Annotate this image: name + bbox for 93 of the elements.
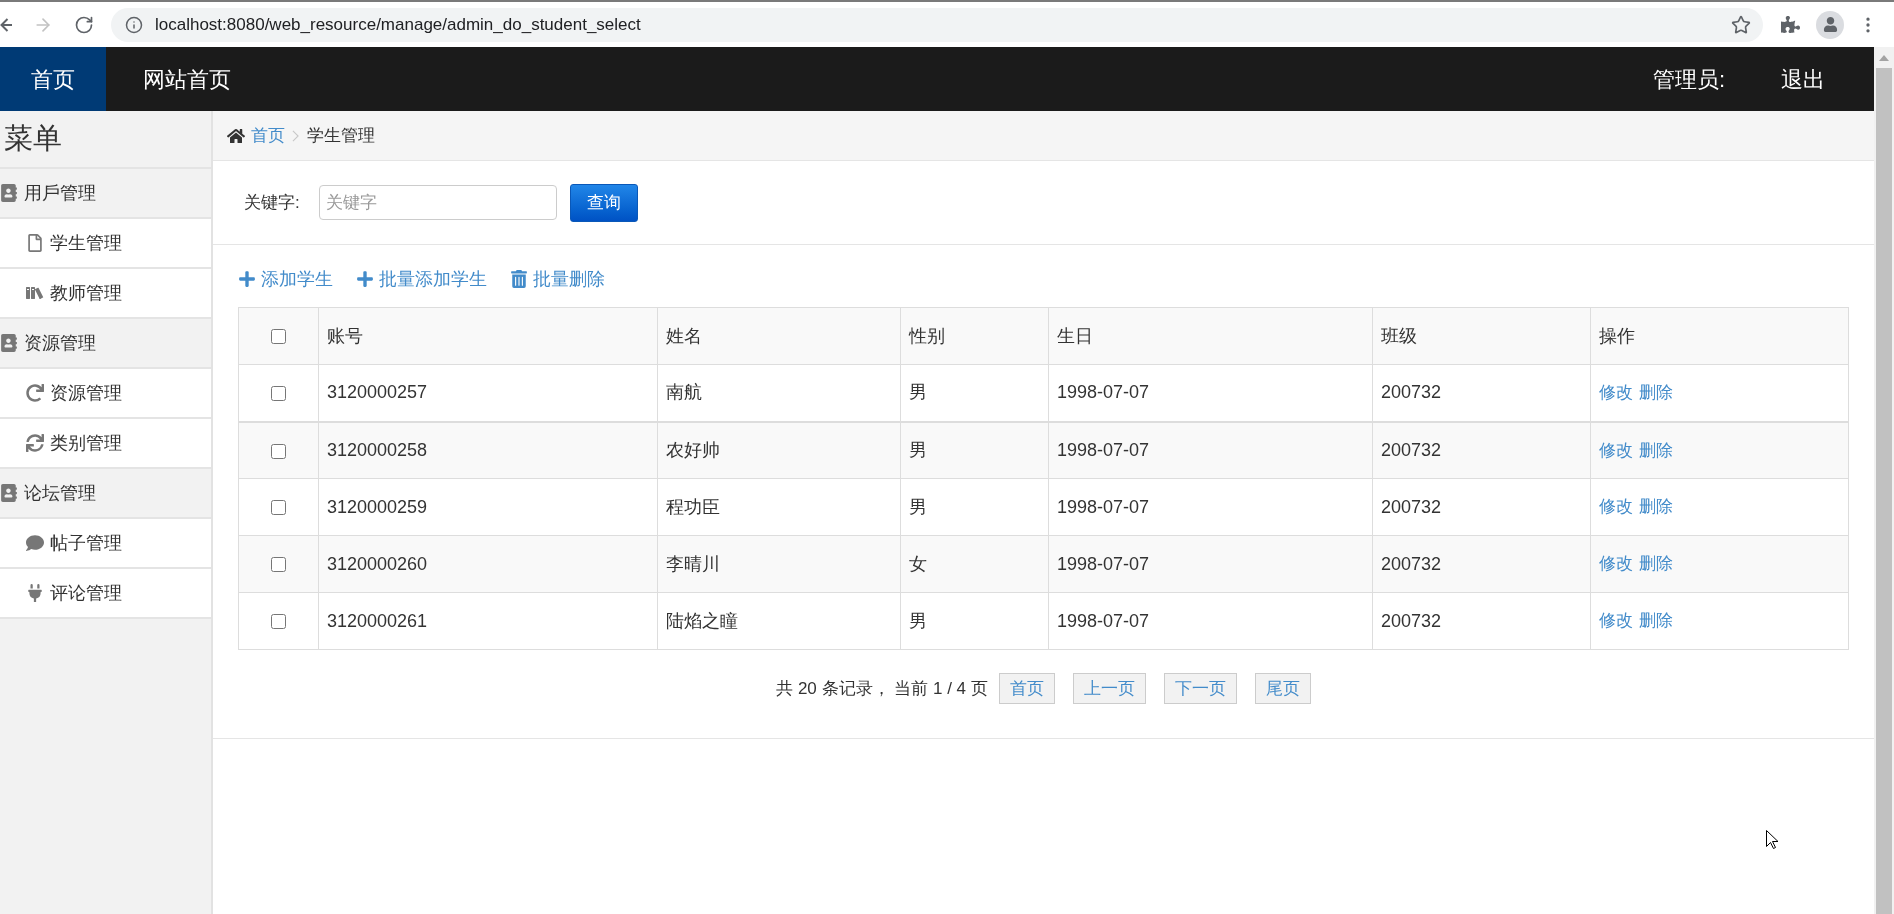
breadcrumb-current: 学生管理 (307, 124, 375, 147)
reload-icon[interactable] (74, 14, 94, 35)
table-header-cell: 操作 (1590, 307, 1849, 365)
avatar-icon[interactable] (1816, 10, 1844, 39)
table-header-cell: 班级 (1372, 307, 1591, 365)
menu-item[interactable]: 帖子管理 (0, 519, 211, 569)
table-cell: 3120000257 (318, 364, 658, 422)
pagination-button[interactable]: 首页 (998, 673, 1055, 704)
table-cell: 3120000260 (318, 535, 658, 593)
contact-card-icon (0, 484, 18, 502)
bookmark-star-icon[interactable] (1731, 14, 1751, 35)
table-cell: 200732 (1372, 535, 1591, 593)
table-cell: 200732 (1372, 421, 1591, 479)
pagination-summary: 共 20 条记录， 当前 1 / 4 页 (776, 677, 988, 700)
table-cell: 李晴川 (657, 535, 901, 593)
table-cell: 1998-07-07 (1048, 421, 1373, 479)
row-action-link[interactable]: 删除 (1639, 554, 1673, 574)
table-cell: 男 (900, 592, 1049, 650)
back-arrow-icon[interactable] (0, 16, 12, 33)
table-cell: 男 (900, 364, 1049, 422)
menu-item[interactable]: 资源管理 (0, 369, 211, 419)
row-checkbox[interactable] (271, 557, 286, 573)
table-cell: 陆焰之瞳 (657, 592, 901, 650)
info-icon[interactable] (125, 15, 143, 34)
toolbar-link[interactable]: 批量删除 (510, 265, 605, 293)
menu-item[interactable]: 评论管理 (0, 569, 211, 619)
table-cell: 200732 (1372, 592, 1591, 650)
table-cell: 农好帅 (657, 421, 901, 479)
sync-icon (26, 434, 44, 452)
plug-icon (26, 584, 44, 602)
chevron-right-icon (292, 129, 299, 142)
keyword-input[interactable]: 关键字 (318, 185, 557, 220)
table-cell: 男 (900, 421, 1049, 479)
row-action-link[interactable]: 修改 (1599, 440, 1633, 460)
table-cell: 1998-07-07 (1048, 592, 1373, 650)
plus-icon (238, 270, 256, 288)
trash-icon (510, 270, 528, 288)
menu-item[interactable]: 教师管理 (0, 269, 211, 319)
toolbar-link[interactable]: 批量添加学生 (356, 265, 487, 293)
table-header-cell: 生日 (1048, 307, 1373, 365)
row-checkbox[interactable] (271, 443, 286, 459)
row-action-link[interactable]: 修改 (1599, 497, 1633, 517)
books-icon (26, 284, 44, 302)
row-checkbox[interactable] (271, 386, 286, 401)
nav-link[interactable]: 首页 (0, 47, 106, 111)
row-action-link[interactable]: 删除 (1639, 440, 1673, 460)
logout-link[interactable]: 退出 (1757, 47, 1849, 111)
table-header-cell: 账号 (318, 307, 658, 365)
table-cell: 1998-07-07 (1048, 535, 1373, 593)
table-cell: 女 (900, 535, 1049, 593)
table-cell: 200732 (1372, 478, 1591, 536)
keyword-label: 关键字: (244, 191, 300, 214)
menu-item[interactable]: 类别管理 (0, 419, 211, 469)
pagination-button[interactable]: 下一页 (1163, 673, 1237, 704)
speech-bubble-icon (26, 534, 44, 552)
row-checkbox[interactable] (271, 500, 286, 516)
row-action-link[interactable]: 修改 (1599, 554, 1633, 574)
table-cell: 3120000259 (318, 478, 658, 536)
admin-label: 管理员: (1652, 65, 1725, 94)
breadcrumb-link[interactable]: 首页 (251, 122, 285, 149)
address-bar[interactable]: localhost:8080/web_resource/manage/admin_do_student_select (111, 7, 1763, 42)
table-cell: 南航 (657, 364, 901, 422)
toolbar-link[interactable]: 添加学生 (238, 265, 333, 293)
table-cell: 男 (900, 478, 1049, 536)
plus-icon (356, 270, 374, 288)
row-action-link[interactable]: 修改 (1599, 611, 1633, 631)
home-icon (227, 126, 245, 145)
file-icon (26, 234, 44, 252)
table-cell: 200732 (1372, 364, 1591, 422)
circular-arrow-icon (26, 384, 44, 402)
contact-card-icon (0, 184, 18, 202)
row-action-link[interactable]: 删除 (1639, 497, 1673, 517)
row-action-link[interactable]: 删除 (1639, 611, 1673, 631)
table-cell: 3120000258 (318, 421, 658, 479)
table-cell: 1998-07-07 (1048, 478, 1373, 536)
nav-link[interactable]: 网站首页 (112, 47, 262, 111)
pagination-button[interactable]: 尾页 (1254, 673, 1311, 704)
table-header-cell: 姓名 (657, 307, 901, 365)
select-all-checkbox[interactable] (271, 329, 286, 345)
puzzle-piece-icon[interactable] (1781, 15, 1800, 34)
table-cell: 3120000261 (318, 592, 658, 650)
scrollbar-thumb[interactable] (1876, 68, 1892, 914)
table-cell: 程功臣 (657, 478, 901, 536)
pagination-button[interactable]: 上一页 (1072, 673, 1146, 704)
contact-card-icon (0, 334, 18, 352)
row-checkbox[interactable] (271, 614, 286, 630)
row-action-link[interactable]: 删除 (1639, 383, 1673, 402)
row-action-link[interactable]: 修改 (1599, 383, 1633, 402)
table-header-cell: 性别 (900, 307, 1049, 365)
menu-item[interactable]: 学生管理 (0, 219, 211, 269)
table-cell: 1998-07-07 (1048, 364, 1373, 422)
mouse-pointer-icon (1766, 830, 1778, 849)
search-button[interactable]: 查询 (569, 183, 638, 222)
